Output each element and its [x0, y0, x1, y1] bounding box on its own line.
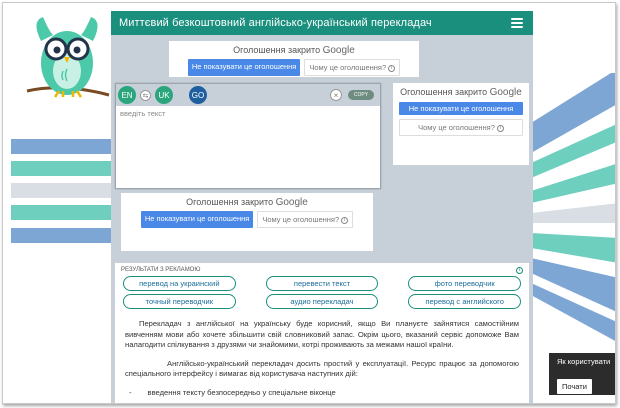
related-link[interactable]: точный переводчик [123, 294, 236, 309]
ad-closed-middle: Оголошення закрито Google Не показувати … [121, 193, 373, 251]
info-icon[interactable]: i [516, 267, 523, 274]
clear-icon[interactable]: × [330, 89, 342, 101]
ad-stop-button[interactable]: Не показувати це оголошення [187, 59, 301, 76]
go-button[interactable]: GO [189, 86, 207, 104]
ad-stop-button[interactable]: Не показувати це оголошення [399, 102, 523, 115]
ad-closed-top: Оголошення закрито Google Не показувати … [169, 41, 419, 77]
onboarding-text: Як користувати [557, 357, 611, 366]
page-title: Миттєвий безкоштовний англійсько-українс… [119, 17, 432, 29]
decor-stripe [11, 139, 113, 154]
info-icon: i [496, 125, 504, 132]
related-link[interactable]: фото переводчик [408, 276, 521, 291]
ad-google-label: Google [489, 87, 522, 98]
top-navbar: Миттєвий безкоштовний англійсько-українс… [111, 11, 533, 35]
info-icon: i [388, 65, 396, 72]
start-button[interactable]: Почати [557, 379, 592, 394]
results-section: РЕЗУЛЬТАТИ З РЕКЛАМОЮ i перевод на украи… [115, 263, 529, 403]
target-language-button[interactable]: UK [155, 86, 173, 104]
article-paragraph: Англійсько-український перекладач досить… [125, 358, 519, 379]
copy-button[interactable]: COPY [348, 90, 374, 100]
ad-why-link[interactable]: Чому це оголошення? i [399, 119, 523, 136]
source-language-button[interactable]: EN [118, 86, 136, 104]
decor-stripe [11, 183, 113, 198]
related-links: перевод на украинский перевести текст фо… [115, 274, 529, 309]
related-link[interactable]: аудио переклaдач [265, 294, 379, 309]
main-column: Миттєвий безкоштовний англійсько-українс… [111, 11, 533, 403]
bullet-marker: - [129, 387, 132, 397]
onboarding-popup: Як користувати Почати [549, 353, 615, 395]
translator-panel: EN ⇆ UK GO × COPY введіть текст [115, 83, 381, 189]
swap-languages-icon[interactable]: ⇆ [140, 90, 151, 101]
ad-closed-side: Оголошення закрито Google Не показувати … [393, 83, 529, 165]
article-paragraph: Перекладач з англійської на українську б… [125, 319, 519, 349]
decor-stripe [11, 205, 113, 220]
owl-logo-icon [26, 17, 110, 98]
screenshot-frame: Миттєвий безкоштовний англійсько-українс… [2, 2, 616, 404]
translator-toolbar: EN ⇆ UK GO × COPY [116, 84, 380, 106]
decor-stripe [11, 228, 113, 243]
ad-google-label: Google [275, 197, 308, 208]
ad-closed-text: Оголошення закрито [186, 197, 274, 207]
related-link[interactable]: перевод с английского [408, 294, 521, 309]
menu-icon[interactable] [511, 18, 523, 28]
related-link[interactable]: перевести текст [265, 276, 379, 291]
related-link[interactable]: перевод на украинский [123, 276, 236, 291]
ad-why-link[interactable]: Чому це оголошення? i [304, 59, 401, 76]
source-text-input[interactable]: введіть текст [116, 106, 380, 121]
ad-closed-text: Оголошення закрито [233, 45, 321, 55]
article-bullet: - введення тексту безпосередньо у спеціа… [115, 388, 529, 397]
ad-stop-button[interactable]: Не показувати це оголошення [140, 211, 254, 228]
decor-stripe [11, 161, 113, 176]
ad-google-label: Google [322, 45, 355, 56]
ad-why-link[interactable]: Чому це оголошення? i [257, 211, 354, 228]
decor-right-stripes [531, 73, 615, 341]
info-icon: i [341, 217, 349, 224]
bullet-text: введення тексту безпосередньо у спеціаль… [147, 387, 336, 397]
results-heading: РЕЗУЛЬТАТИ З РЕКЛАМОЮ [121, 267, 201, 273]
ad-closed-text: Оголошення закрито [400, 87, 488, 97]
